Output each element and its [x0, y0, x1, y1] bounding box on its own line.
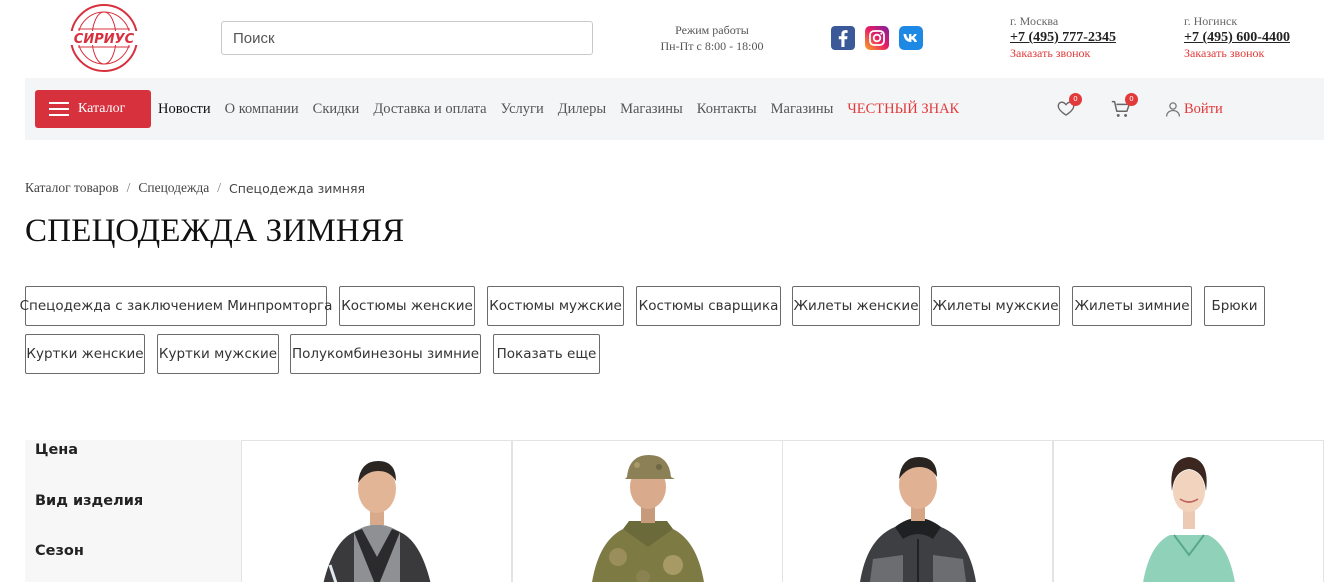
nav-link-honest-sign[interactable]: ЧЕСТНЫЙ ЗНАК: [847, 101, 959, 118]
filter-season[interactable]: Сезон: [35, 543, 84, 559]
contact-noginsk: г. Ногинск +7 (495) 600-4400 Заказать зв…: [1184, 14, 1290, 61]
phone-link[interactable]: +7 (495) 777-2345: [1010, 29, 1116, 46]
callback-link[interactable]: Заказать звонок: [1184, 46, 1290, 61]
cart-count-badge: 0: [1125, 93, 1138, 106]
login-button[interactable]: Войти: [1164, 99, 1223, 119]
main-nav: Каталог Новости О компании Скидки Достав…: [25, 78, 1324, 140]
show-more-button[interactable]: Показать еще: [493, 334, 600, 374]
category-chip[interactable]: Полукомбинезоны зимние: [290, 334, 481, 374]
filter-item-type[interactable]: Вид изделия: [35, 493, 143, 509]
contact-city: г. Москва: [1010, 14, 1059, 28]
vk-icon[interactable]: [899, 26, 923, 50]
login-label: Войти: [1184, 100, 1223, 117]
nav-link-news[interactable]: Новости: [158, 101, 211, 118]
instagram-icon[interactable]: [865, 26, 889, 50]
category-chip[interactable]: Куртки мужские: [157, 334, 279, 374]
breadcrumb: Каталог товаров / Спецодежда / Спецодежд…: [25, 180, 365, 196]
product-image: [1142, 457, 1235, 582]
category-chip[interactable]: Костюмы женские: [339, 286, 475, 326]
product-image: [323, 461, 430, 582]
search-input[interactable]: [221, 21, 593, 55]
category-chip[interactable]: Спецодежда с заключением Минпромторга: [20, 286, 332, 326]
nav-link-stores[interactable]: Магазины: [620, 101, 683, 118]
filter-price[interactable]: Цена: [35, 442, 78, 458]
catalog-button-label: Каталог: [78, 101, 126, 116]
product-card[interactable]: [782, 440, 1053, 582]
nav-link-contacts[interactable]: Контакты: [697, 101, 757, 118]
nav-link-about[interactable]: О компании: [225, 101, 299, 118]
category-chip[interactable]: Костюмы сварщика: [636, 286, 781, 326]
user-icon: [1165, 102, 1181, 117]
catalog-button[interactable]: Каталог: [35, 90, 151, 128]
nav-links: Новости О компании Скидки Доставка и опл…: [158, 78, 973, 140]
work-hours-title: Режим работы: [675, 23, 749, 37]
category-chip[interactable]: Костюмы мужские: [487, 286, 624, 326]
breadcrumb-current: Спецодежда зимняя: [228, 180, 365, 196]
work-hours: Режим работы Пн-Пт с 8:00 - 18:00: [646, 22, 778, 54]
nav-link-dealers[interactable]: Дилеры: [558, 101, 606, 118]
category-chip[interactable]: Жилеты зимние: [1072, 286, 1192, 326]
filters-sidebar: Цена Вид изделия Сезон: [25, 440, 241, 582]
logo-text: СИРИУС: [74, 32, 135, 47]
menu-icon: [49, 102, 69, 116]
category-chip[interactable]: Куртки женские: [25, 334, 145, 374]
favorites-count-badge: 0: [1069, 93, 1082, 106]
nav-link-delivery[interactable]: Доставка и оплата: [373, 101, 486, 118]
breadcrumb-separator: /: [126, 180, 131, 195]
product-card[interactable]: [241, 440, 512, 582]
product-image: [591, 455, 704, 582]
nav-link-services[interactable]: Услуги: [501, 101, 544, 118]
contact-city: г. Ногинск: [1184, 14, 1238, 28]
callback-link[interactable]: Заказать звонок: [1010, 46, 1116, 61]
product-card[interactable]: [512, 440, 783, 582]
breadcrumb-workwear[interactable]: Спецодежда: [138, 180, 209, 196]
nav-link-discounts[interactable]: Скидки: [313, 101, 360, 118]
category-chip[interactable]: Жилеты женские: [792, 286, 920, 326]
category-chip[interactable]: Жилеты мужские: [931, 286, 1060, 326]
product-image: [859, 457, 976, 582]
phone-link[interactable]: +7 (495) 600-4400: [1184, 29, 1290, 46]
product-card[interactable]: [1053, 440, 1324, 582]
facebook-icon[interactable]: [831, 26, 855, 50]
breadcrumb-separator: /: [217, 180, 221, 195]
work-hours-value: Пн-Пт с 8:00 - 18:00: [660, 39, 764, 53]
breadcrumb-catalog[interactable]: Каталог товаров: [25, 180, 119, 196]
nav-link-stores-2[interactable]: Магазины: [771, 101, 834, 118]
favorites-button[interactable]: 0: [1056, 93, 1082, 122]
category-chip[interactable]: Брюки: [1204, 286, 1265, 326]
page-title: СПЕЦОДЕЖДА ЗИМНЯЯ: [25, 213, 405, 249]
sirius-logo[interactable]: СИРИУС: [62, 3, 146, 73]
cart-button[interactable]: 0: [1110, 93, 1138, 124]
contact-moscow: г. Москва +7 (495) 777-2345 Заказать зво…: [1010, 14, 1116, 61]
